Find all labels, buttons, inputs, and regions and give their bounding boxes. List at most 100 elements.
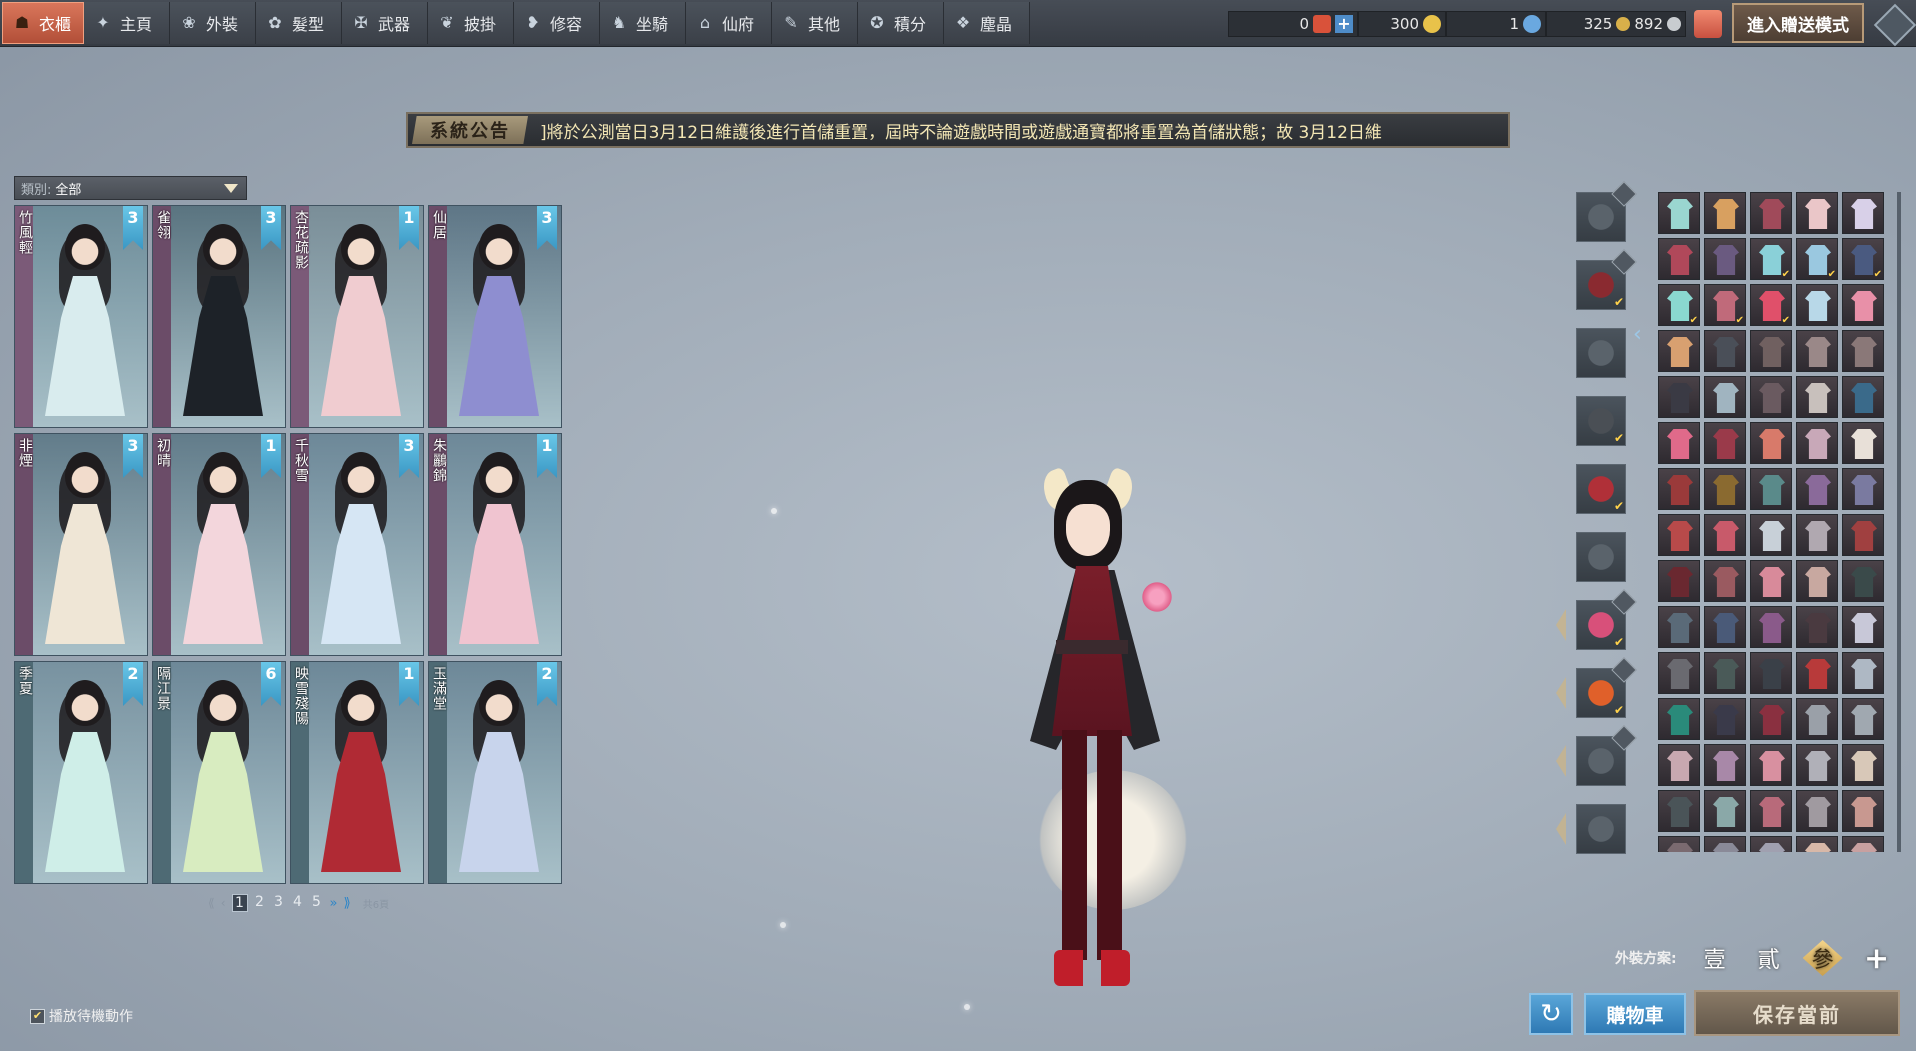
outfit-card[interactable]: 千秋雪 3 (290, 433, 424, 656)
outfit-item-slot[interactable] (1796, 192, 1838, 234)
category-dropdown[interactable]: 類別: 全部 (14, 176, 247, 200)
outfit-item-slot[interactable] (1750, 514, 1792, 556)
outfit-item-slot[interactable]: ✔ (1704, 284, 1746, 326)
page-1-button[interactable]: 1 (231, 894, 248, 912)
outfit-item-slot[interactable] (1796, 836, 1838, 852)
outfit-card[interactable]: 朱鸝錦 1 (428, 433, 562, 656)
outfit-card[interactable]: 非煙 3 (14, 433, 148, 656)
next-page-button[interactable]: » (330, 896, 338, 911)
equipment-slot[interactable] (1576, 181, 1637, 242)
outfit-item-slot[interactable] (1704, 422, 1746, 464)
outfit-card[interactable]: 隔江景 6 (152, 661, 286, 884)
outfit-item-slot[interactable] (1750, 652, 1792, 694)
page-4-button[interactable]: 4 (291, 894, 305, 912)
outfit-item-slot[interactable] (1796, 514, 1838, 556)
outfit-item-slot[interactable] (1842, 606, 1884, 648)
outfit-item-slot[interactable] (1796, 744, 1838, 786)
outfit-item-slot[interactable] (1704, 514, 1746, 556)
outfit-item-slot[interactable] (1750, 330, 1792, 372)
outfit-item-slot[interactable] (1704, 698, 1746, 740)
outfit-item-slot[interactable] (1658, 468, 1700, 510)
equipment-slot[interactable] (1576, 532, 1626, 582)
outfit-card[interactable]: 竹風輕 3 (14, 205, 148, 428)
slot-expand-arrow-icon[interactable] (1556, 745, 1566, 777)
outfit-item-slot[interactable] (1658, 606, 1700, 648)
outfit-item-slot[interactable] (1796, 560, 1838, 602)
outfit-item-slot[interactable] (1704, 330, 1746, 372)
outfit-card[interactable]: 初晴 1 (152, 433, 286, 656)
outfit-card[interactable]: 雀翎 3 (152, 205, 286, 428)
outfit-item-slot[interactable] (1796, 376, 1838, 418)
outfit-item-slot[interactable] (1796, 652, 1838, 694)
outfit-item-slot[interactable] (1704, 836, 1746, 852)
outfit-item-slot[interactable] (1750, 606, 1792, 648)
outfit-item-slot[interactable] (1658, 698, 1700, 740)
outfit-item-slot[interactable] (1704, 192, 1746, 234)
outfit-item-slot[interactable] (1750, 790, 1792, 832)
outfit-item-slot[interactable] (1704, 744, 1746, 786)
outfit-item-slot[interactable] (1842, 330, 1884, 372)
outfit-item-slot[interactable] (1842, 514, 1884, 556)
outfit-item-slot[interactable] (1658, 744, 1700, 786)
idle-animation-toggle[interactable]: ✔ 播放待機動作 (30, 1006, 133, 1026)
tab-cape[interactable]: ❦ 披掛 (428, 2, 514, 44)
outfit-item-slot[interactable] (1750, 192, 1792, 234)
outfit-item-slot[interactable] (1658, 422, 1700, 464)
checkbox-checked-icon[interactable]: ✔ (30, 1008, 45, 1024)
outfit-item-slot[interactable] (1750, 376, 1792, 418)
tab-weapon[interactable]: ✠ 武器 (342, 2, 428, 44)
tab-points[interactable]: ✪ 積分 (858, 2, 944, 44)
outfit-item-slot[interactable] (1796, 606, 1838, 648)
preset-3-button[interactable]: 參 (1802, 940, 1843, 976)
outfit-item-slot[interactable] (1842, 744, 1884, 786)
preset-1-button[interactable]: 壹 (1695, 940, 1735, 976)
outfit-item-slot[interactable]: ✔ (1842, 238, 1884, 280)
last-page-button[interactable]: ⟫ (343, 896, 350, 911)
gift-mode-button[interactable]: 進入贈送模式 (1732, 3, 1864, 43)
tab-outfit[interactable]: ❀ 外裝 (170, 2, 256, 44)
outfit-item-slot[interactable] (1704, 376, 1746, 418)
outfit-item-slot[interactable]: ✔ (1658, 284, 1700, 326)
tab-dust-crystal[interactable]: ❖ 塵晶 (944, 2, 1030, 44)
outfit-item-slot[interactable] (1750, 422, 1792, 464)
equipment-slot[interactable]: ✔ (1576, 249, 1637, 310)
tab-home[interactable]: ✦ 主頁 (84, 2, 170, 44)
tab-mount[interactable]: ♞ 坐騎 (600, 2, 686, 44)
equipment-slot[interactable] (1576, 804, 1626, 854)
outfit-item-slot[interactable] (1796, 468, 1838, 510)
outfit-item-slot[interactable] (1842, 422, 1884, 464)
outfit-item-slot[interactable] (1842, 284, 1884, 326)
slot-expand-arrow-icon[interactable] (1556, 813, 1566, 845)
tab-wardrobe[interactable]: ☗ 衣櫃 (2, 2, 84, 44)
outfit-item-slot[interactable] (1796, 790, 1838, 832)
add-currency-icon[interactable]: + (1335, 15, 1353, 33)
outfit-item-slot[interactable] (1704, 606, 1746, 648)
equipment-slot[interactable]: ✔ (1576, 464, 1626, 514)
tab-residence[interactable]: ⌂ 仙府 (686, 2, 772, 44)
save-current-button[interactable]: 保存當前 (1694, 990, 1900, 1036)
outfit-item-slot[interactable] (1842, 560, 1884, 602)
page-3-button[interactable]: 3 (272, 894, 286, 912)
reset-button[interactable]: ↻ (1529, 993, 1573, 1035)
page-5-button[interactable]: 5 (310, 894, 324, 912)
outfit-item-slot[interactable] (1796, 422, 1838, 464)
outfit-item-slot[interactable] (1842, 790, 1884, 832)
shopping-cart-button[interactable]: 購物車 (1584, 993, 1686, 1035)
outfit-item-slot[interactable] (1796, 284, 1838, 326)
outfit-item-slot[interactable] (1842, 698, 1884, 740)
outfit-item-slot[interactable] (1842, 652, 1884, 694)
outfit-item-slot[interactable] (1750, 744, 1792, 786)
equipment-slot[interactable]: ✔ (1576, 396, 1626, 446)
outfit-item-slot[interactable] (1658, 514, 1700, 556)
outfit-item-slot[interactable] (1750, 560, 1792, 602)
equipment-slot[interactable] (1576, 328, 1626, 378)
add-preset-button[interactable]: + (1857, 940, 1897, 976)
outfit-item-slot[interactable] (1704, 652, 1746, 694)
page-2-button[interactable]: 2 (253, 894, 267, 912)
outfit-item-slot[interactable]: ✔ (1750, 238, 1792, 280)
outfit-item-slot[interactable] (1704, 468, 1746, 510)
outfit-item-slot[interactable] (1842, 376, 1884, 418)
outfit-item-slot[interactable] (1658, 376, 1700, 418)
outfit-item-slot[interactable] (1658, 836, 1700, 852)
outfit-item-slot[interactable] (1796, 698, 1838, 740)
